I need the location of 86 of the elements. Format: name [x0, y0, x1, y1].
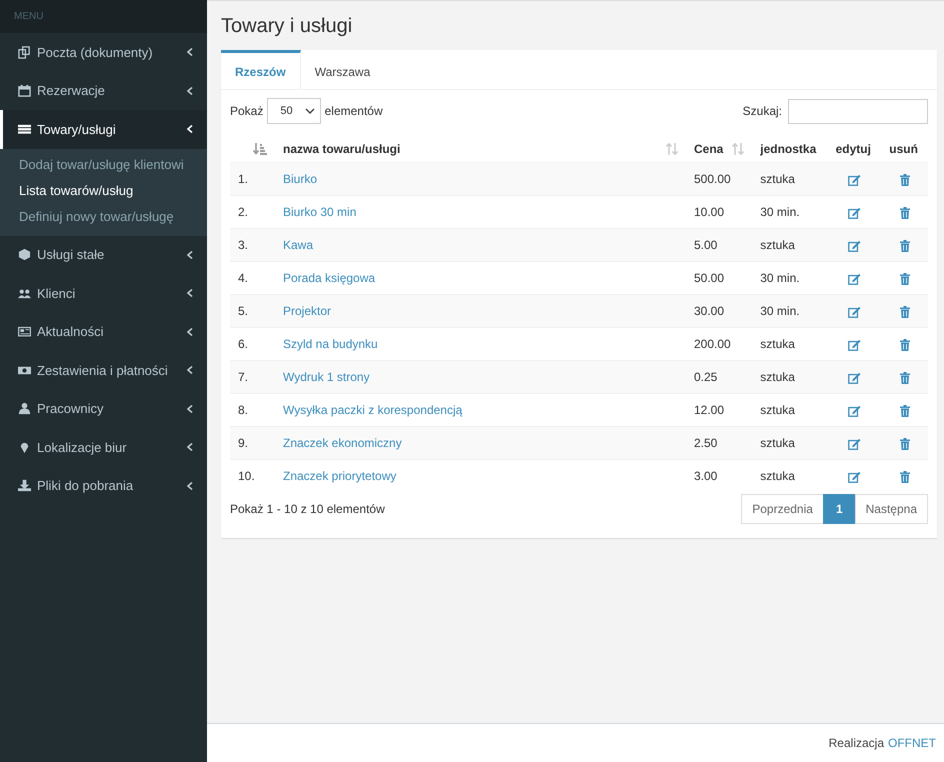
table-cell: 5.00	[686, 228, 752, 262]
table-cell: sztuka	[752, 360, 828, 394]
table-cell: sztuka	[752, 228, 828, 262]
menu-icon	[18, 402, 31, 416]
table-cell: 30.00	[686, 294, 752, 328]
menu-header: MENU	[14, 11, 44, 22]
table-cell: 3.00	[686, 460, 752, 492]
sidebar-item[interactable]: Towary/usługi	[0, 110, 207, 148]
table-cell: 9.	[230, 426, 275, 460]
tab[interactable]: Warszawa	[300, 50, 384, 89]
sidebar-item[interactable]: Klienci	[0, 274, 207, 312]
table-cell: 3.	[230, 228, 275, 262]
trash-icon[interactable]	[900, 372, 910, 384]
sidebar-item[interactable]: Zestawienia i płatności	[0, 351, 207, 390]
product-link[interactable]: Szyld na budynku	[283, 337, 378, 351]
menu-icon	[18, 46, 31, 59]
search-field[interactable]	[788, 98, 928, 124]
table-cell: sztuka	[752, 162, 828, 196]
tab[interactable]: Rzeszów	[221, 50, 301, 89]
length-label: Pokaż	[230, 104, 264, 118]
edit-icon[interactable]	[848, 206, 861, 219]
table-cell: 30 min.	[752, 294, 828, 328]
search-label: Szukaj:	[742, 104, 782, 118]
product-link[interactable]: Porada księgowa	[283, 271, 376, 285]
menu-icon	[18, 84, 31, 98]
menu-icon	[18, 248, 31, 262]
edit-icon[interactable]	[848, 306, 861, 318]
table-cell: 7.	[230, 360, 275, 394]
edit-icon[interactable]	[848, 372, 861, 384]
edit-icon[interactable]	[848, 404, 861, 417]
submenu-item[interactable]: Definiuj nowy towar/usługę	[0, 204, 207, 230]
sidebar-item[interactable]: Aktualności	[0, 312, 207, 351]
menu-icon	[18, 325, 31, 338]
trash-icon[interactable]	[900, 470, 910, 483]
trash-icon[interactable]	[900, 338, 910, 351]
table-cell: 5.	[230, 294, 275, 328]
menu-icon	[18, 440, 31, 454]
product-link[interactable]: Znaczek priorytetowy	[283, 469, 396, 483]
sidebar-item[interactable]: Lokalizacje biur	[0, 428, 207, 466]
submenu-item[interactable]: Lista towarów/usług	[0, 178, 207, 204]
footer-link[interactable]: OFFNET	[888, 736, 936, 750]
product-link[interactable]: Wydruk 1 strony	[283, 370, 370, 384]
sidebar-item[interactable]: Pliki do pobrania	[0, 466, 207, 505]
page-title: Towary i usługi	[221, 15, 354, 38]
table-cell: 10.	[230, 460, 275, 492]
pagination-button[interactable]: Poprzednia	[741, 494, 824, 524]
edit-icon[interactable]	[848, 272, 861, 285]
menu-icon	[18, 122, 31, 136]
page-size-select[interactable]: 50	[267, 98, 321, 124]
trash-icon[interactable]	[900, 306, 910, 318]
edit-icon[interactable]	[848, 338, 861, 351]
product-link[interactable]: Projektor	[283, 304, 332, 318]
table-cell: 500.00	[686, 162, 752, 196]
table-cell: 2.50	[686, 426, 752, 460]
edit-icon[interactable]	[848, 240, 861, 252]
product-link[interactable]: Znaczek ekonomiczny	[283, 436, 402, 450]
table-cell: 0.25	[686, 360, 752, 394]
sidebar-item[interactable]: Rezerwacje	[0, 72, 207, 110]
trash-icon[interactable]	[900, 438, 910, 450]
edit-icon[interactable]	[848, 438, 861, 450]
sidebar-item[interactable]: Poczta (dokumenty)	[0, 33, 207, 72]
table-cell: sztuka	[752, 426, 828, 460]
caret-icon	[304, 108, 315, 114]
pagination-button[interactable]: 1	[822, 494, 856, 524]
edit-icon[interactable]	[848, 470, 861, 483]
trash-icon[interactable]	[900, 206, 910, 219]
trash-icon[interactable]	[900, 174, 910, 186]
menu-icon	[18, 286, 31, 300]
length-label: elementów	[324, 104, 383, 118]
footer-text: Realizacja	[828, 736, 884, 750]
product-link[interactable]: Biurko	[283, 172, 318, 186]
table-info: Pokaż 1 - 10 z 10 elementów	[230, 502, 385, 516]
trash-icon[interactable]	[900, 404, 910, 417]
product-link[interactable]: Wysyłka paczki z korespondencją	[283, 403, 462, 417]
menu-icon	[18, 479, 31, 492]
trash-icon[interactable]	[900, 272, 910, 285]
edit-icon[interactable]	[848, 174, 861, 186]
product-link[interactable]: Biurko 30 min	[283, 205, 356, 219]
table-cell: 1.	[230, 162, 275, 196]
submenu-item[interactable]: Dodaj towar/usługę klientowi	[0, 152, 207, 178]
sidebar-item[interactable]: Usługi stałe	[0, 236, 207, 274]
table-cell: sztuka	[752, 460, 828, 492]
product-link[interactable]: Kawa	[283, 238, 314, 252]
sidebar-item[interactable]: Pracownicy	[0, 390, 207, 428]
pagination-button[interactable]: Następna	[854, 494, 928, 524]
trash-icon[interactable]	[900, 240, 910, 252]
